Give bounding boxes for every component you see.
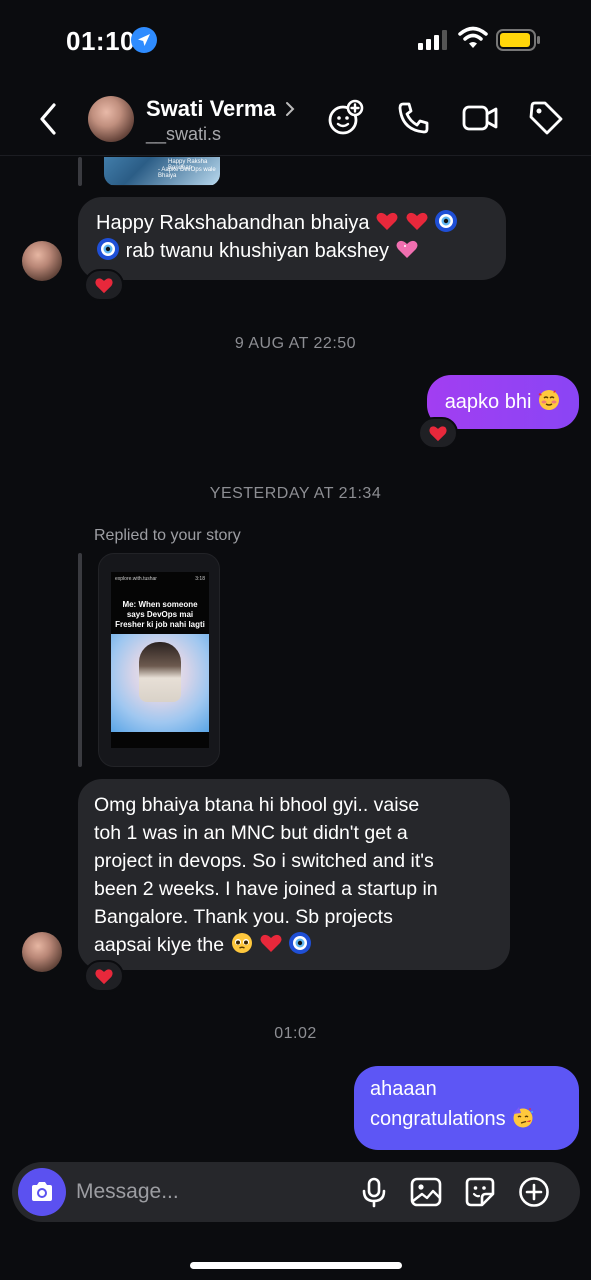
story-time: 3:18 (195, 576, 205, 582)
pink-heart-emoji (396, 240, 418, 258)
message-line: toh 1 was in an MNC but didn't get a (94, 822, 408, 844)
status-bar: 01:10 (0, 0, 591, 80)
partying-face-emoji (513, 1107, 534, 1128)
pleading-face-emoji (231, 933, 252, 953)
story-thumbnail-previous[interactable]: Happy Raksha Bandhan - Aapke DevOps wale… (104, 157, 220, 186)
plus-icon[interactable] (518, 1176, 550, 1208)
gallery-icon[interactable] (410, 1176, 442, 1208)
contact-username: __swati.s (146, 124, 222, 144)
home-indicator[interactable] (190, 1262, 402, 1269)
story-caption: Me: When someone says DevOps mai Fresher… (115, 600, 205, 629)
reply-rail (78, 157, 82, 186)
timestamp: YESTERDAY AT 21:34 (209, 485, 382, 502)
heart-reaction[interactable] (84, 960, 124, 992)
heart-icon (429, 426, 447, 442)
red-heart-emoji (376, 212, 398, 230)
battery-icon (496, 29, 540, 51)
message-line: been 2 weeks. I have joined a startup in (94, 878, 438, 900)
message-line: congratulations (370, 1108, 506, 1130)
wifi-icon (458, 26, 488, 48)
tag-icon[interactable] (526, 98, 566, 138)
signal-icon (418, 30, 447, 50)
message-line: aapsai kiye the (94, 934, 225, 956)
mic-icon[interactable] (358, 1176, 390, 1208)
sticker-icon[interactable] (464, 1176, 496, 1208)
smiling-hearts-emoji (538, 390, 559, 410)
timestamp: 01:02 (274, 1025, 317, 1042)
story-preview[interactable]: explore.with.tushar 3:18 Me: When someon… (98, 553, 220, 767)
sender-avatar[interactable] (22, 241, 62, 281)
story-image (111, 634, 209, 732)
effects-icon[interactable] (326, 98, 366, 138)
story-user: explore.with.tushar (115, 576, 157, 582)
nazar-amulet-emoji (289, 932, 312, 954)
video-icon[interactable] (460, 98, 500, 138)
timestamp: 9 AUG AT 22:50 (234, 335, 357, 352)
contact-name[interactable]: Swati Verma (146, 96, 276, 122)
sender-avatar[interactable] (22, 932, 62, 972)
message-text: aapko bhi (444, 391, 532, 413)
red-heart-emoji (406, 212, 428, 230)
message-line: ahaaan (370, 1078, 437, 1100)
contact-avatar[interactable] (88, 96, 134, 142)
replied-to-story-label: Replied to your story (94, 527, 241, 544)
back-icon[interactable] (36, 102, 62, 136)
incoming-message[interactable]: Omg bhaiya btana hi bhool gyi.. vaise to… (78, 779, 510, 970)
heart-reaction[interactable] (418, 417, 458, 449)
call-icon[interactable] (394, 98, 434, 138)
heart-icon (95, 969, 113, 985)
nazar-amulet-emoji (97, 238, 119, 260)
message-line: Omg bhaiya btana hi bhool gyi.. vaise (94, 794, 420, 816)
message-text: rab twanu khushiyan bakshey (125, 240, 390, 262)
heart-icon (95, 278, 113, 294)
camera-button[interactable] (18, 1168, 66, 1216)
message-line: project in devops. So i switched and it'… (94, 850, 434, 872)
chevron-right-icon[interactable] (284, 100, 296, 118)
chat-header: Swati Verma __swati.s (0, 82, 591, 156)
heart-reaction[interactable] (84, 269, 124, 301)
message-line: Bangalore. Thank you. Sb projects (94, 906, 393, 928)
message-text: Happy Rakshabandhan bhaiya (96, 212, 370, 234)
thumbnail-caption: - Aapke DevOps wale Bhaiya (158, 167, 216, 179)
message-composer (12, 1162, 580, 1222)
reply-rail (78, 553, 82, 767)
story-screen: explore.with.tushar 3:18 Me: When someon… (111, 572, 209, 748)
outgoing-message[interactable]: ahaaan congratulations (354, 1066, 579, 1150)
red-heart-emoji (260, 934, 282, 952)
location-arrow-icon (131, 27, 157, 53)
message-list[interactable]: Happy Raksha Bandhan - Aapke DevOps wale… (0, 157, 591, 1157)
nazar-amulet-emoji (435, 210, 458, 232)
camera-icon (32, 1182, 52, 1201)
status-time: 01:10 (66, 26, 135, 56)
message-input[interactable] (76, 1176, 336, 1208)
incoming-message[interactable]: Happy Rakshabandhan bhaiya rab twanu khu… (78, 197, 506, 280)
